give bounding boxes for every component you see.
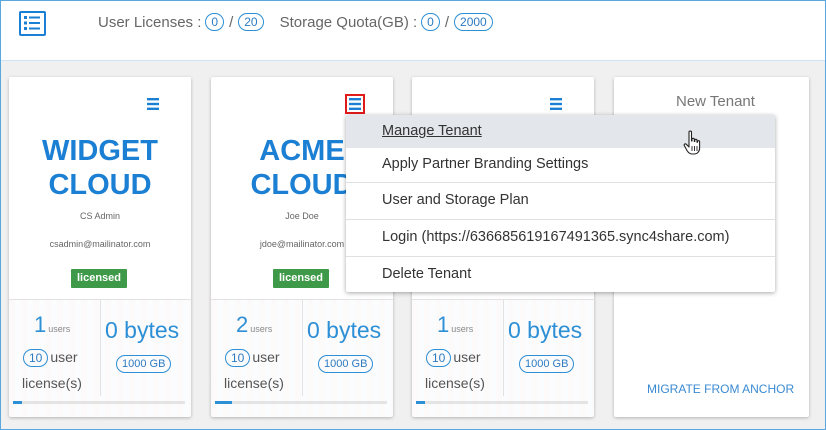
new-tenant-title: New Tenant: [676, 93, 755, 110]
list-view-icon[interactable]: [19, 11, 46, 36]
usage-bar: [416, 401, 588, 404]
storage-quota-label: Storage Quota(GB) :: [279, 13, 418, 31]
storage-quota: 1000 GB: [515, 354, 578, 373]
tenant-stats: 1 users 10 user license(s) 0 bytes 1000 GB: [9, 299, 191, 417]
hand-pointer-cursor-icon: [683, 130, 703, 161]
menu-item-login[interactable]: Login (https://636685619167491365.sync4s…: [346, 221, 775, 254]
license-count: 10 user license(s): [425, 349, 485, 391]
menu-divider: [346, 219, 775, 220]
user-licenses-used: 0: [205, 13, 225, 31]
tenant-stats: 2 users 10 user license(s) 0 bytes 1000 GB: [211, 299, 393, 417]
tenant-stats: 1 users 10 user license(s) 0 bytes 1000 GB: [412, 299, 594, 417]
storage-quota: 1000 GB: [314, 354, 377, 373]
tenant-email: csadmin@mailinator.com: [49, 239, 151, 249]
menu-item-apply-branding[interactable]: Apply Partner Branding Settings: [346, 148, 775, 181]
users-count: 2 users: [236, 312, 273, 337]
usage-bar: [215, 401, 387, 404]
top-bar: User Licenses : 0 / 20 Storage Quota(GB)…: [1, 1, 825, 61]
users-count: 1 users: [437, 312, 474, 337]
storage-quota: 1000 GB: [112, 354, 175, 373]
storage-total: 2000: [454, 13, 493, 31]
separator: /: [444, 13, 450, 31]
menu-item-user-storage-plan[interactable]: User and Storage Plan: [346, 184, 775, 217]
storage-used: 0 bytes: [307, 317, 382, 343]
hamburger-menu-icon[interactable]: [146, 97, 160, 111]
menu-item-manage-tenant[interactable]: Manage Tenant: [346, 115, 775, 148]
tenant-name: WIDGET CLOUD: [42, 135, 158, 201]
user-licenses-total: 20: [238, 13, 264, 31]
user-licenses-label: User Licenses :: [98, 13, 202, 31]
hamburger-menu-icon[interactable]: [549, 97, 563, 111]
tenant-card: WIDGET CLOUD CS Admin csadmin@mailinator.…: [9, 77, 191, 417]
storage-used: 0 bytes: [105, 317, 180, 343]
quota-summary: User Licenses : 0 / 20 Storage Quota(GB)…: [98, 13, 497, 31]
tenant-context-menu: Manage Tenant Apply Partner Branding Set…: [346, 115, 775, 292]
migrate-from-anchor-link[interactable]: MIGRATE FROM ANCHOR: [647, 382, 794, 396]
status-badge: licensed: [273, 269, 329, 288]
storage-used: 0 bytes: [508, 317, 583, 343]
license-count: 10 user license(s): [224, 349, 284, 391]
hamburger-menu-icon[interactable]: [345, 94, 365, 114]
usage-bar: [13, 401, 185, 404]
separator: /: [229, 13, 234, 31]
license-count: 10 user license(s): [22, 349, 82, 391]
menu-divider: [346, 256, 775, 257]
users-count: 1 users: [34, 312, 71, 337]
menu-divider: [346, 182, 775, 183]
status-badge: licensed: [71, 269, 127, 288]
storage-used: 0: [421, 13, 440, 31]
menu-item-delete-tenant[interactable]: Delete Tenant: [346, 258, 775, 291]
tenant-admin: CS Admin: [79, 211, 121, 221]
